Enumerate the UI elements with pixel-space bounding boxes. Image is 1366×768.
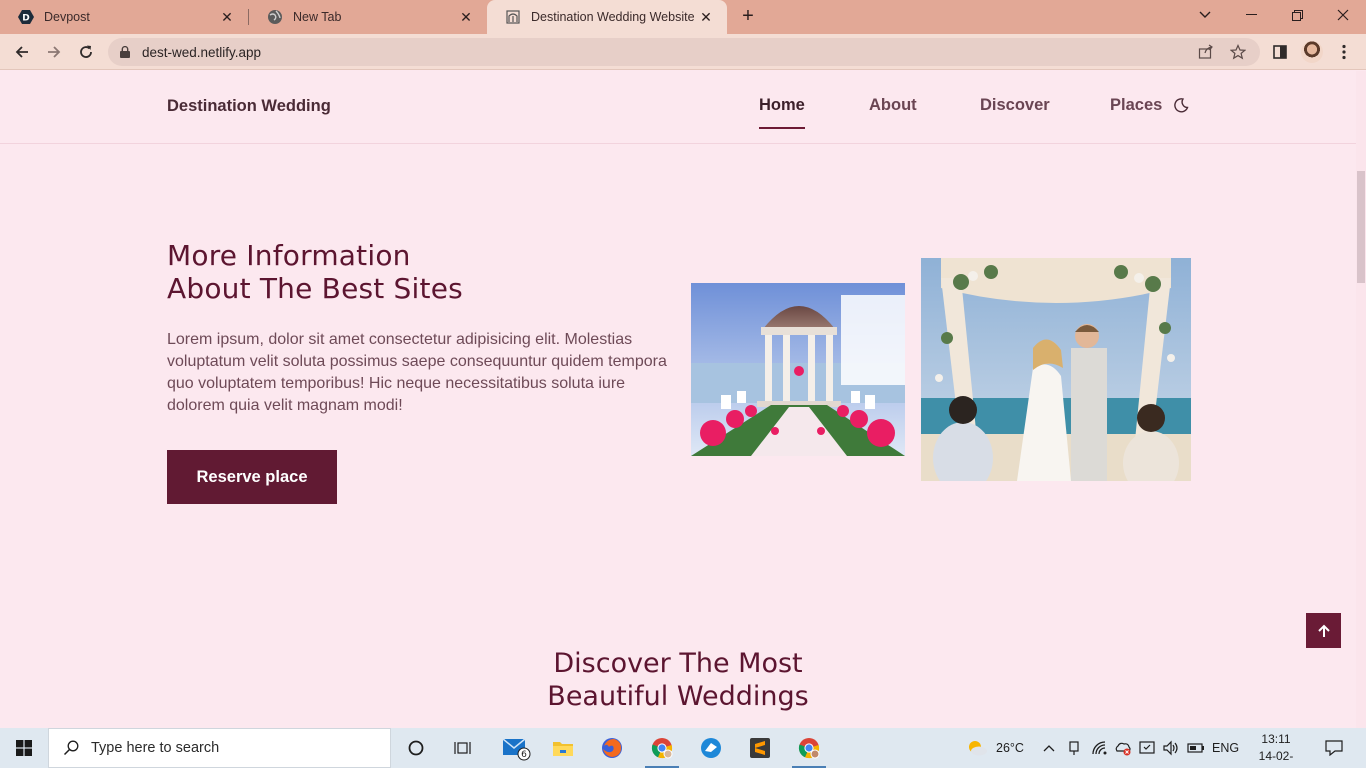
url-text: dest-wed.netlify.app <box>142 44 262 60</box>
profile-avatar[interactable] <box>1301 41 1323 63</box>
reserve-place-button[interactable]: Reserve place <box>167 450 337 504</box>
mail-icon[interactable]: 6 <box>493 728 539 768</box>
lock-icon <box>120 46 134 58</box>
tab-search-chevron-icon[interactable] <box>1182 0 1228 30</box>
volume-icon[interactable] <box>1162 728 1180 768</box>
mail-badge: 6 <box>521 750 527 760</box>
beach-wedding-couple-image <box>921 258 1191 481</box>
chrome-profile-icon[interactable] <box>786 728 832 768</box>
wedding-gazebo-image <box>691 283 905 456</box>
nav-about[interactable]: About <box>869 96 917 115</box>
scrollbar-thumb[interactable] <box>1357 171 1365 283</box>
devpost-icon: D <box>18 9 34 25</box>
web-page: Destination Wedding Home About Discover … <box>0 71 1356 728</box>
battery-icon[interactable] <box>1187 728 1205 768</box>
cortana-icon[interactable] <box>393 728 439 768</box>
site-favicon <box>505 9 521 25</box>
onedrive-alert-icon[interactable] <box>1114 728 1132 768</box>
nav-places[interactable]: Places <box>1110 96 1162 115</box>
site-brand[interactable]: Destination Wedding <box>167 97 331 116</box>
address-bar[interactable]: dest-wed.netlify.app <box>108 38 1260 66</box>
tab-title: Destination Wedding Website <box>531 10 695 24</box>
reload-icon[interactable] <box>72 38 100 66</box>
usb-device-icon[interactable] <box>1067 728 1081 768</box>
discover-section-title: Discover The Most Beautiful Weddings <box>547 648 809 712</box>
site-header: Destination Wedding Home About Discover … <box>0 71 1356 144</box>
close-window-button[interactable] <box>1320 0 1366 30</box>
nav-home[interactable]: Home <box>759 96 805 115</box>
security-icon[interactable] <box>1139 728 1155 768</box>
file-explorer-icon[interactable] <box>540 728 586 768</box>
windows-start-icon[interactable] <box>0 728 48 768</box>
section-title: More Information About The Best Sites <box>167 239 463 305</box>
firefox-icon[interactable] <box>589 728 635 768</box>
close-icon[interactable]: ✕ <box>697 8 715 26</box>
svg-text:D: D <box>22 14 29 24</box>
browser-toolbar: dest-wed.netlify.app <box>0 34 1366 70</box>
taskbar-clock[interactable]: 13:11 14-02-2022 <box>1246 731 1306 768</box>
browser-tab-strip: D Devpost ✕ New Tab ✕ Destination Weddin… <box>0 0 1366 34</box>
moon-icon[interactable] <box>1173 97 1191 115</box>
notification-icon[interactable] <box>1325 728 1343 768</box>
page-scrollbar[interactable] <box>1356 71 1366 728</box>
restore-button[interactable] <box>1274 0 1320 30</box>
side-panel-icon[interactable] <box>1266 38 1294 66</box>
clock-time: 13:11 <box>1261 732 1291 746</box>
back-arrow-icon[interactable] <box>8 38 36 66</box>
weather-widget[interactable]: 26°C <box>966 728 1024 768</box>
chrome-icon[interactable] <box>639 728 685 768</box>
clock-date: 14-02-2022 <box>1258 749 1294 768</box>
nav-discover[interactable]: Discover <box>980 96 1050 115</box>
taskbar-search-box[interactable]: Type here to search <box>48 728 391 768</box>
edge-dev-icon[interactable] <box>688 728 734 768</box>
forward-arrow-icon[interactable] <box>40 38 68 66</box>
chevron-up-icon[interactable] <box>1043 728 1055 768</box>
close-icon[interactable]: ✕ <box>218 8 236 26</box>
weather-sun-cloud-icon <box>969 741 987 756</box>
tab-devpost[interactable]: D Devpost ✕ <box>0 0 248 34</box>
tab-new-tab[interactable]: New Tab ✕ <box>249 0 487 34</box>
sublime-text-icon[interactable] <box>737 728 783 768</box>
windows-taskbar: Type here to search 6 26°C ENG 13:11 14-… <box>0 728 1366 768</box>
new-tab-button[interactable]: + <box>738 6 758 27</box>
minimize-button[interactable] <box>1228 0 1274 30</box>
tab-title: Devpost <box>44 10 90 24</box>
active-nav-indicator <box>759 127 805 129</box>
input-language[interactable]: ENG <box>1212 728 1239 768</box>
task-view-icon[interactable] <box>440 728 486 768</box>
tab-title: New Tab <box>293 10 342 24</box>
globe-icon <box>267 9 283 25</box>
tab-destination-wedding[interactable]: Destination Wedding Website ✕ <box>487 0 727 34</box>
close-icon[interactable]: ✕ <box>457 8 475 26</box>
search-placeholder: Type here to search <box>91 740 220 756</box>
section-paragraph: Lorem ipsum, dolor sit amet consectetur … <box>167 331 667 414</box>
weather-temp: 26°C <box>996 741 1024 755</box>
search-icon <box>63 740 81 756</box>
scroll-up-button[interactable] <box>1306 613 1341 648</box>
network-icon[interactable] <box>1091 728 1109 768</box>
share-icon[interactable] <box>1198 38 1214 66</box>
bookmark-star-icon[interactable] <box>1230 38 1246 66</box>
menu-kebab-icon[interactable] <box>1330 38 1358 66</box>
arrow-up-icon <box>1317 624 1330 637</box>
